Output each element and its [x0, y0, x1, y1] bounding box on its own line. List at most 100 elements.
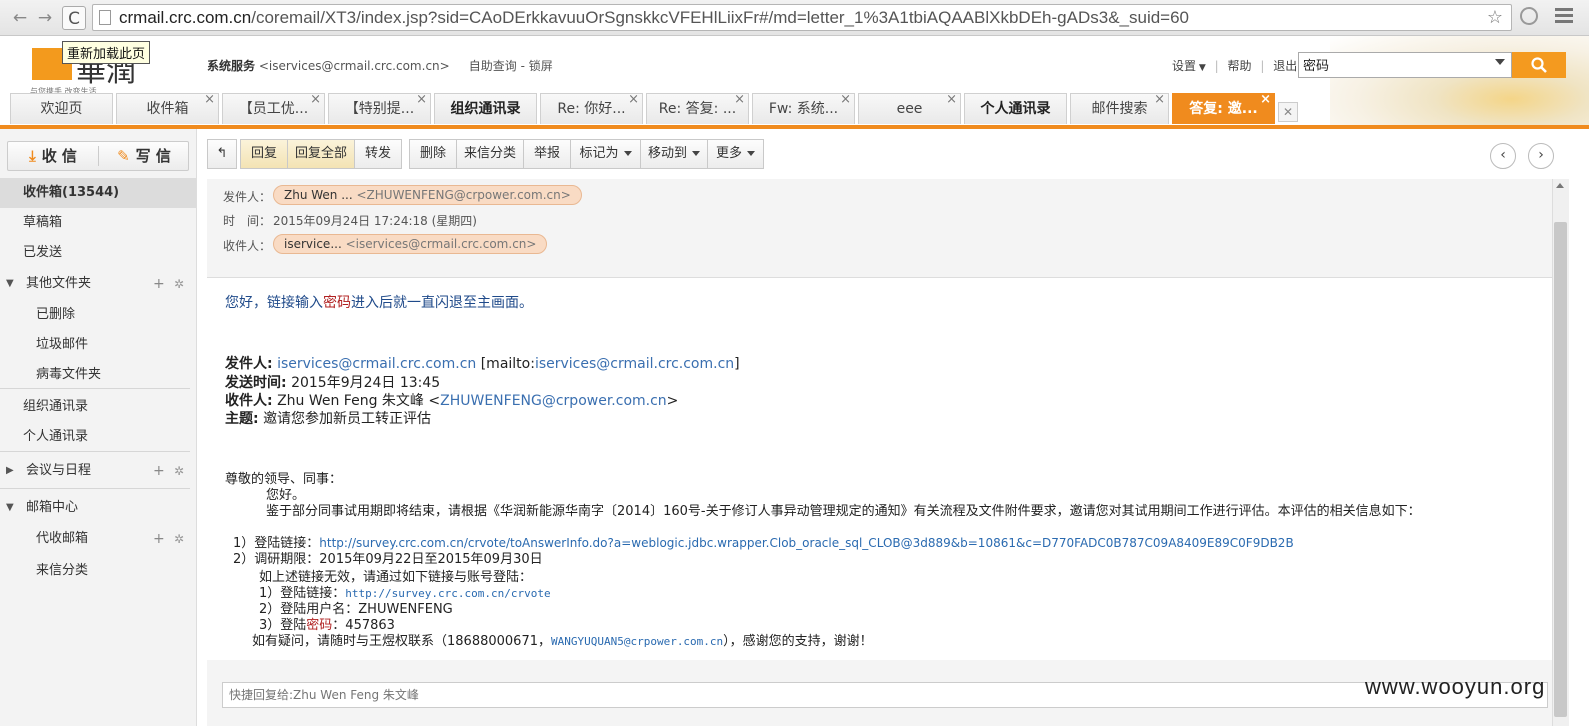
tab-item[interactable]: 【员工优... ×	[222, 93, 325, 124]
contact-email-link[interactable]: WANGYUQUAN5@crpower.com.cn	[551, 635, 723, 648]
sidebar-item[interactable]: 收件箱(13544)	[0, 178, 196, 208]
back-icon[interactable]: ←	[8, 6, 32, 30]
tab-label: 答复: 邀...	[1189, 101, 1258, 117]
quoted-from-email[interactable]: iservices@crmail.crc.com.cn	[277, 356, 476, 372]
move-to-button[interactable]: 移动到	[640, 139, 708, 169]
mailto-suffix: ]	[734, 356, 740, 372]
to-pill[interactable]: iservice... <iservices@crmail.crc.com.cn…	[273, 234, 548, 254]
browser-menu-icon[interactable]	[1555, 8, 1573, 26]
sidebar-item[interactable]: ▶ 会议与日程 + ✲	[0, 456, 196, 486]
add-icon[interactable]: +	[153, 524, 165, 554]
help-link[interactable]: 帮助	[1228, 59, 1252, 73]
close-all-tabs-icon[interactable]: ✕	[1278, 102, 1298, 122]
sidebar-item[interactable]: 个人通讯录	[0, 422, 196, 452]
search-button[interactable]	[1512, 52, 1566, 78]
tab-item[interactable]: 收件箱 ×	[116, 93, 219, 124]
more-button[interactable]: 更多	[707, 139, 764, 169]
forward-button[interactable]: 转发	[354, 139, 402, 169]
logout-link[interactable]: 退出	[1273, 59, 1297, 73]
sidebar-item[interactable]: 垃圾邮件	[0, 330, 196, 360]
page-icon	[99, 10, 111, 25]
reload-icon[interactable]: C	[62, 6, 86, 30]
quoted-to-close: >	[666, 393, 679, 409]
scroll-up-icon[interactable]	[1556, 183, 1564, 188]
sidebar-divider	[0, 451, 190, 452]
sidebar-item[interactable]: 已删除	[0, 300, 196, 330]
self-service-link[interactable]: 自助查询	[469, 59, 517, 73]
reply-button[interactable]: 回复	[240, 139, 288, 169]
back-to-list-button[interactable]: ↰	[207, 139, 237, 169]
quoted-mailto-link[interactable]: iservices@crmail.crc.com.cn	[535, 356, 734, 372]
scrollbar-thumb[interactable]	[1554, 222, 1567, 717]
sidebar-item[interactable]: 代收邮箱 + ✲	[0, 524, 196, 554]
tab-close-icon[interactable]: ×	[840, 94, 851, 115]
sidebar-item-label: 个人通讯录	[23, 429, 89, 444]
mark-as-button[interactable]: 标记为	[570, 139, 641, 169]
settings-link[interactable]: 设置	[1172, 59, 1196, 73]
add-icon[interactable]: +	[153, 269, 165, 299]
tab-item[interactable]: eee ×	[858, 93, 961, 124]
sidebar-item[interactable]: 组织通讯录	[0, 392, 196, 422]
compose-row: ⤓ 收 信 ✎ 写 信	[7, 141, 189, 171]
quoted-to-email[interactable]: ZHUWENFENG@crpower.com.cn	[440, 393, 667, 409]
gear-icon[interactable]: ✲	[174, 456, 184, 486]
compose-button[interactable]: ✎ 写 信	[99, 142, 189, 170]
sidebar-item[interactable]: 病毒文件夹	[0, 360, 196, 390]
more-label: 更多	[715, 146, 742, 161]
tab-close-icon[interactable]: ×	[416, 94, 427, 115]
quoted-time-line: 发送时间: 2015年9月24日 13:45	[225, 372, 440, 392]
delete-button[interactable]: 删除	[409, 139, 457, 169]
sidebar-item[interactable]: ▼ 邮箱中心	[0, 493, 196, 523]
quick-reply-input[interactable]	[222, 682, 1548, 708]
add-icon[interactable]: +	[153, 456, 165, 486]
compose-label: 写 信	[135, 147, 171, 165]
globe-icon[interactable]	[1520, 7, 1538, 25]
tab-item[interactable]: Fw: 系统... ×	[752, 93, 855, 124]
tab-close-icon[interactable]: ×	[734, 94, 745, 115]
classify-button[interactable]: 来信分类	[456, 139, 524, 169]
sidebar-item[interactable]: 草稿箱	[0, 208, 196, 238]
address-bar[interactable]: crmail.crc.com.cn/coremail/XT3/index.jsp…	[92, 4, 1512, 31]
next-message-button[interactable]: ›	[1528, 143, 1554, 169]
tab-item[interactable]: 答复: 邀... ×	[1172, 93, 1275, 124]
search-dropdown-icon[interactable]	[1495, 59, 1505, 65]
from-label: 发件人：	[223, 190, 272, 204]
lock-screen-link[interactable]: 锁屏	[529, 59, 553, 73]
caret-right-icon[interactable]: ▶	[6, 456, 14, 486]
tab-close-icon[interactable]: ×	[1260, 94, 1271, 115]
sidebar-item-label: 收件箱(13544)	[23, 185, 120, 200]
top-links: 设置 ▼ | 帮助 | 退出	[1172, 59, 1298, 73]
tab-close-icon[interactable]: ×	[628, 94, 639, 115]
tab-close-icon[interactable]: ×	[1154, 94, 1165, 115]
from-pill[interactable]: Zhu Wen ... <ZHUWENFENG@crpower.com.cn>	[273, 185, 582, 205]
sidebar-item-label: 已删除	[36, 307, 76, 322]
caret-down-icon[interactable]: ▼	[6, 269, 14, 299]
tab-close-icon[interactable]: ×	[310, 94, 321, 115]
caret-down-icon[interactable]: ▼	[6, 493, 14, 523]
bookmark-star-icon[interactable]: ☆	[1487, 7, 1503, 28]
forward-icon[interactable]: →	[33, 6, 57, 30]
url-host: crmail.crc.com.cn	[119, 8, 252, 27]
receive-button[interactable]: ⤓ 收 信	[8, 142, 98, 170]
tab-item[interactable]: Re: 答复: ... ×	[646, 93, 749, 124]
report-button[interactable]: 举报	[523, 139, 571, 169]
gear-icon[interactable]: ✲	[174, 269, 184, 299]
tab-close-icon[interactable]: ×	[946, 94, 957, 115]
prev-message-button[interactable]: ‹	[1490, 143, 1516, 169]
gear-icon[interactable]: ✲	[174, 524, 184, 554]
tab-item[interactable]: 邮件搜索 ×	[1070, 93, 1169, 124]
search-input[interactable]	[1303, 57, 1483, 72]
tab-item[interactable]: 组织通讯录	[434, 93, 537, 124]
url-text[interactable]: crmail.crc.com.cn/coremail/XT3/index.jsp…	[119, 8, 1189, 28]
account-name: 系统服务	[207, 59, 256, 73]
sidebar-item[interactable]: ▼ 其他文件夹 + ✲	[0, 269, 196, 299]
tab-item[interactable]: 【特别提... ×	[328, 93, 431, 124]
tab-item[interactable]: 个人通讯录	[964, 93, 1067, 124]
tab-item[interactable]: Re: 你好... ×	[540, 93, 643, 124]
tab-close-icon[interactable]: ×	[204, 94, 215, 115]
sidebar-item[interactable]: 已发送	[0, 238, 196, 268]
chevron-down-icon	[747, 151, 755, 156]
reply-all-button[interactable]: 回复全部	[287, 139, 355, 169]
tab-item[interactable]: 欢迎页	[10, 93, 113, 124]
sidebar-item[interactable]: 来信分类	[0, 556, 196, 586]
